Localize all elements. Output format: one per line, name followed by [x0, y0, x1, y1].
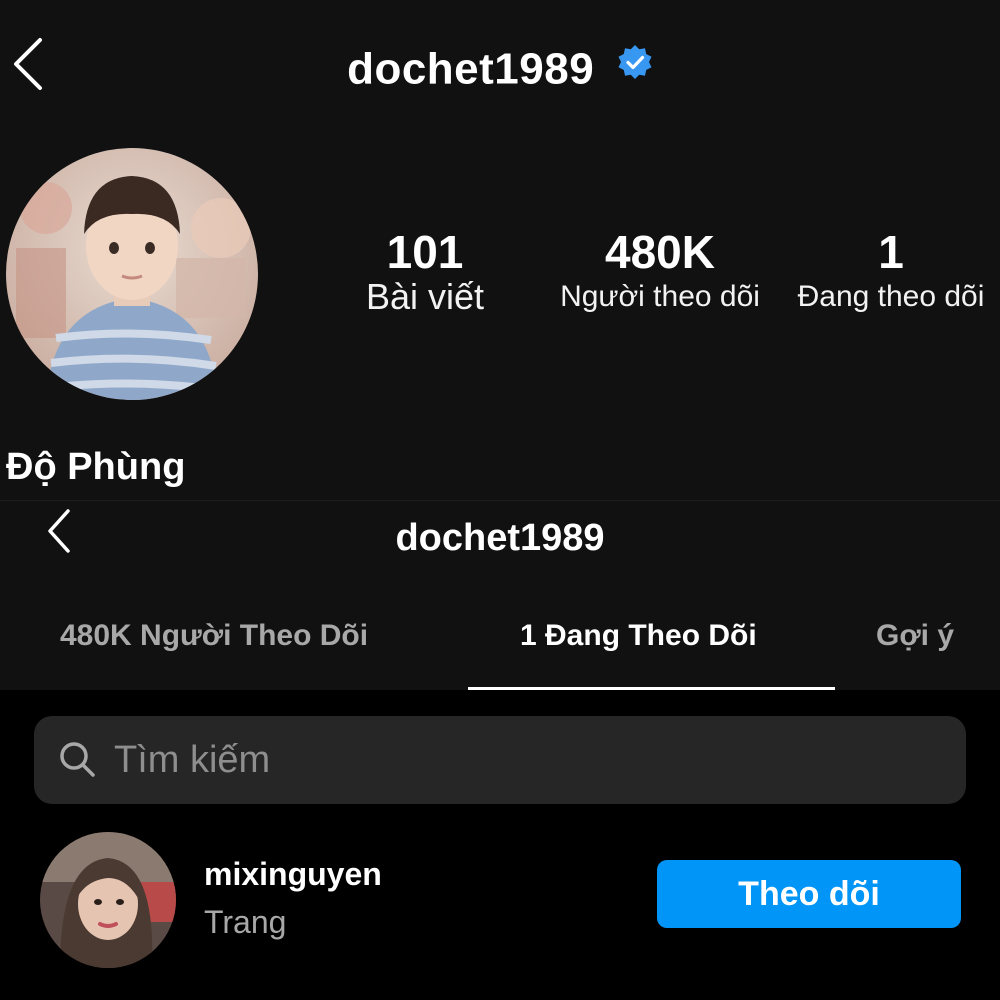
- posts-label: Bài viết: [365, 276, 485, 317]
- tab-following[interactable]: 1 Đang Theo Dõi: [520, 619, 757, 653]
- profile-username: dochet1989: [347, 44, 595, 94]
- search-bar[interactable]: [34, 716, 966, 804]
- posts-count: 101: [386, 226, 464, 278]
- avatar[interactable]: [40, 832, 176, 968]
- follow-page-username: dochet1989: [395, 517, 605, 559]
- search-icon: [58, 740, 98, 785]
- follow-button[interactable]: Theo dõi: [657, 860, 961, 928]
- profile-display-name: Độ Phùng: [6, 446, 186, 488]
- tab-followers[interactable]: 480K Người Theo Dõi: [60, 619, 368, 653]
- list-item-fullname: Trang: [204, 904, 287, 940]
- follow-list-header: dochet1989 480K Người Theo Dõi 1 Đang Th…: [0, 500, 1000, 690]
- followers-label: Người theo dõi: [560, 280, 760, 313]
- list-item-username[interactable]: mixinguyen: [204, 856, 382, 893]
- profile-avatar[interactable]: [6, 148, 258, 400]
- profile-username-row: dochet1989: [0, 42, 1000, 94]
- following-label: Đang theo dõi: [797, 280, 985, 313]
- followers-count: 480K: [605, 226, 715, 278]
- verified-badge-icon: [617, 41, 653, 91]
- profile-header: dochet1989 101 Bài viết 480K Người theo …: [0, 0, 1000, 500]
- active-tab-indicator: [468, 687, 835, 690]
- search-input[interactable]: [114, 734, 934, 786]
- stat-followers[interactable]: 480K Người theo dõi: [545, 226, 775, 316]
- stat-following[interactable]: 1 Đang theo dõi: [782, 226, 1000, 316]
- stat-posts[interactable]: 101 Bài viết: [340, 226, 510, 316]
- list-item[interactable]: mixinguyen Trang Theo dõi: [0, 826, 1000, 968]
- following-count: 1: [878, 226, 904, 278]
- tab-suggestions[interactable]: Gợi ý: [876, 619, 954, 653]
